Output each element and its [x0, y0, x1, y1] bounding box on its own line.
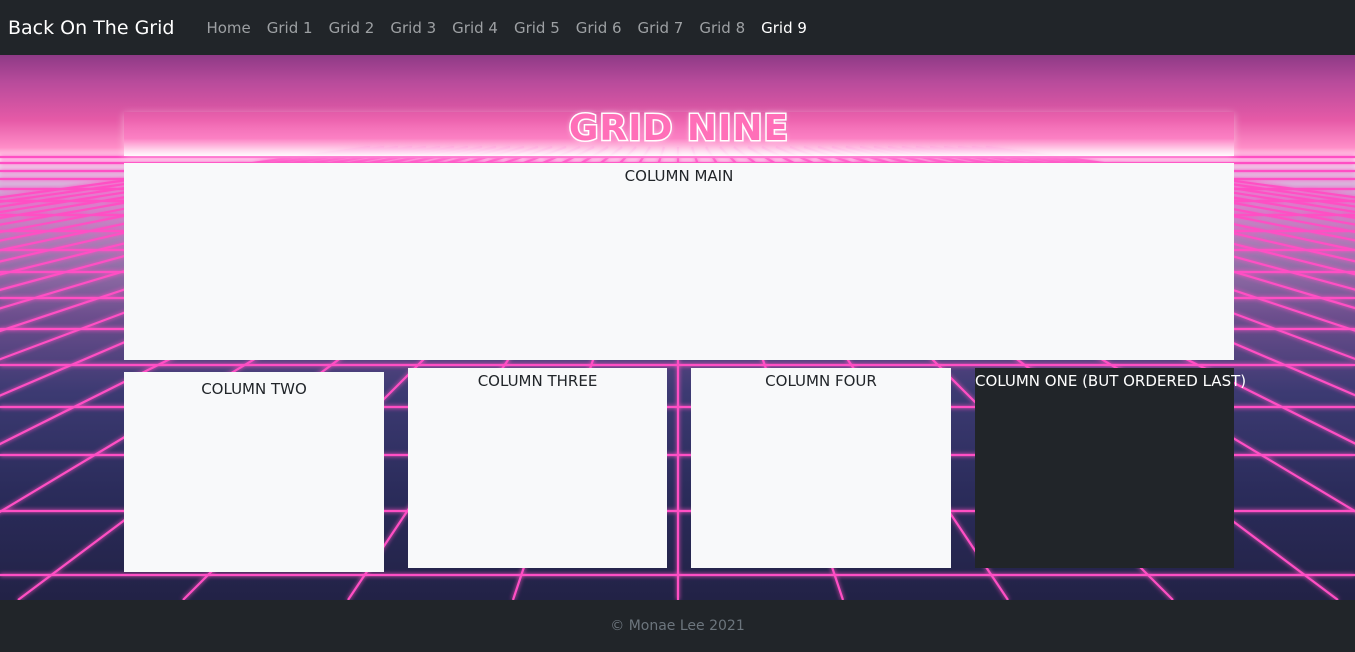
nav-link-grid-5[interactable]: Grid 5 — [506, 19, 568, 37]
nav-link-home[interactable]: Home — [198, 19, 258, 37]
column-main-label: COLUMN MAIN — [624, 167, 734, 185]
column-two-label: COLUMN TWO — [201, 380, 307, 398]
nav-link-grid-8[interactable]: Grid 8 — [691, 19, 753, 37]
page-footer: © Monae Lee 2021 — [0, 600, 1355, 652]
top-navbar: Back On The Grid Home Grid 1 Grid 2 Grid… — [0, 0, 1355, 55]
nav-link-grid-2[interactable]: Grid 2 — [321, 19, 383, 37]
nav-link-grid-7[interactable]: Grid 7 — [630, 19, 692, 37]
nav-link-grid-9[interactable]: Grid 9 — [753, 19, 815, 37]
copyright-text: © Monae Lee 2021 — [610, 618, 745, 634]
nav-list: Home Grid 1 Grid 2 Grid 3 Grid 4 Grid 5 … — [198, 19, 814, 37]
column-one-label: COLUMN ONE (BUT ORDERED LAST) — [975, 372, 1247, 390]
column-two: COLUMN TWO — [124, 372, 384, 572]
synthwave-hero: GRID NINE COLUMN MAIN COLUMN TWO COLUMN … — [0, 55, 1355, 600]
column-three-label: COLUMN THREE — [477, 372, 598, 390]
nav-link-grid-4[interactable]: Grid 4 — [444, 19, 506, 37]
page-title: GRID NINE — [567, 107, 790, 151]
column-one: COLUMN ONE (BUT ORDERED LAST) — [975, 368, 1247, 568]
column-main: COLUMN MAIN — [124, 163, 1234, 360]
nav-link-grid-6[interactable]: Grid 6 — [568, 19, 630, 37]
brand-link[interactable]: Back On The Grid — [8, 17, 174, 39]
column-three: COLUMN THREE — [408, 368, 667, 568]
column-four-label: COLUMN FOUR — [765, 372, 877, 390]
column-four: COLUMN FOUR — [691, 368, 951, 568]
nav-link-grid-3[interactable]: Grid 3 — [382, 19, 444, 37]
nav-link-grid-1[interactable]: Grid 1 — [259, 19, 321, 37]
